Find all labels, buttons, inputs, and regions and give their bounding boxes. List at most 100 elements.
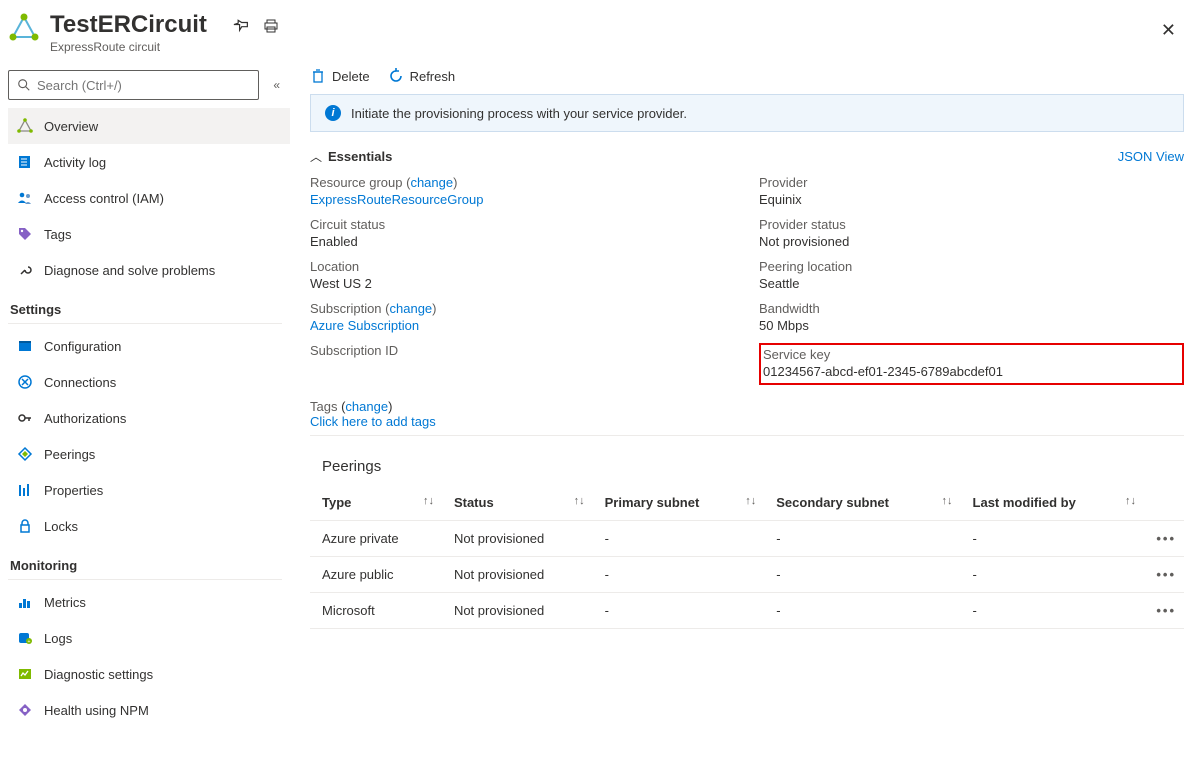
sidebar-item-label: Properties (44, 483, 103, 498)
sidebar-item-label: Overview (44, 119, 98, 134)
field-link[interactable]: ExpressRouteResourceGroup (310, 192, 483, 207)
sidebar-item-health-using-npm[interactable]: Health using NPM (8, 692, 290, 728)
field-value: Azure Subscription (310, 318, 735, 333)
table-row[interactable]: Azure publicNot provisioned---••• (310, 557, 1184, 593)
field-label: Bandwidth (759, 301, 1184, 316)
page-title: TestERCircuit (50, 12, 207, 38)
nav-icon: + (16, 629, 34, 647)
nav-icon (16, 189, 34, 207)
search-input[interactable] (8, 70, 259, 100)
svg-text:+: + (28, 639, 31, 645)
sort-icon: ↑↓ (423, 495, 434, 507)
table-cell: - (593, 593, 765, 629)
refresh-button[interactable]: Refresh (388, 68, 456, 84)
sidebar-item-connections[interactable]: Connections (8, 364, 290, 400)
field-link[interactable]: Azure Subscription (310, 318, 419, 333)
row-more-icon[interactable]: ••• (1144, 557, 1184, 593)
table-cell: - (764, 593, 960, 629)
table-cell: Microsoft (310, 593, 442, 629)
sidebar-item-peerings[interactable]: Peerings (8, 436, 290, 472)
print-icon[interactable] (263, 18, 279, 37)
column-header[interactable]: Primary subnet↑↓ (593, 485, 765, 521)
nav-icon (16, 665, 34, 683)
sidebar-item-logs[interactable]: +Logs (8, 620, 290, 656)
sidebar: « Overview Activity log Access control (IA… (0, 60, 290, 772)
nav-icon (16, 373, 34, 391)
resource-icon (8, 12, 40, 44)
sidebar-item-tags[interactable]: Tags (8, 216, 290, 252)
field-value: Seattle (759, 276, 1184, 291)
page-subtitle: ExpressRoute circuit (50, 40, 207, 54)
sidebar-item-label: Metrics (44, 595, 86, 610)
table-cell: - (961, 593, 1144, 629)
sidebar-item-label: Authorizations (44, 411, 126, 426)
table-cell: Azure public (310, 557, 442, 593)
field-label: Provider (759, 175, 1184, 190)
sidebar-item-diagnostic-settings[interactable]: Diagnostic settings (8, 656, 290, 692)
collapse-sidebar-icon[interactable]: « (269, 74, 284, 96)
sidebar-item-access-control-iam-[interactable]: Access control (IAM) (8, 180, 290, 216)
field-value: ExpressRouteResourceGroup (310, 192, 735, 207)
field-value: 50 Mbps (759, 318, 1184, 333)
sidebar-item-label: Activity log (44, 155, 106, 170)
nav-icon (16, 409, 34, 427)
sidebar-item-properties[interactable]: Properties (8, 472, 290, 508)
table-cell: Not provisioned (442, 557, 593, 593)
sidebar-item-label: Configuration (44, 339, 121, 354)
sidebar-item-label: Access control (IAM) (44, 191, 164, 206)
change-link[interactable]: change (410, 175, 453, 190)
add-tags-link[interactable]: Click here to add tags (310, 414, 436, 429)
info-banner: i Initiate the provisioning process with… (310, 94, 1184, 132)
sidebar-item-authorizations[interactable]: Authorizations (8, 400, 290, 436)
nav-icon (16, 153, 34, 171)
column-header[interactable]: Type↑↓ (310, 485, 442, 521)
chevron-up-icon[interactable]: ︿ (310, 148, 322, 165)
close-icon[interactable]: ✕ (1153, 12, 1184, 49)
field-value: Equinix (759, 192, 1184, 207)
essentials-field: Provider statusNot provisioned (759, 217, 1184, 249)
main-content: Delete Refresh i Initiate the provisioni… (290, 60, 1200, 772)
change-link[interactable]: change (390, 301, 433, 316)
field-value: Enabled (310, 234, 735, 249)
sidebar-item-label: Health using NPM (44, 703, 149, 718)
essentials-field: Circuit status Enabled (310, 217, 735, 249)
essentials-field: Subscription (change)Azure Subscription (310, 301, 735, 333)
field-value: Not provisioned (759, 234, 1184, 249)
table-cell: - (593, 557, 765, 593)
table-cell: - (961, 521, 1144, 557)
row-more-icon[interactable]: ••• (1144, 521, 1184, 557)
column-header[interactable]: Last modified by↑↓ (961, 485, 1144, 521)
pin-icon[interactable] (233, 18, 249, 37)
sidebar-section-header: Settings (8, 288, 290, 319)
field-label: Subscription ID (310, 343, 735, 358)
page-header: TestERCircuit ExpressRoute circuit ✕ (0, 0, 1200, 60)
nav-icon (16, 445, 34, 463)
nav-icon (16, 117, 34, 135)
table-cell: - (593, 521, 765, 557)
table-row[interactable]: MicrosoftNot provisioned---••• (310, 593, 1184, 629)
sidebar-item-activity-log[interactable]: Activity log (8, 144, 290, 180)
field-label: Service key (763, 347, 1176, 362)
sidebar-item-configuration[interactable]: Configuration (8, 328, 290, 364)
json-view-link[interactable]: JSON View (1118, 149, 1184, 164)
sidebar-item-label: Locks (44, 519, 78, 534)
essentials-field: LocationWest US 2 (310, 259, 735, 291)
table-row[interactable]: Azure privateNot provisioned---••• (310, 521, 1184, 557)
nav-icon (16, 517, 34, 535)
table-cell: Not provisioned (442, 521, 593, 557)
sidebar-item-metrics[interactable]: Metrics (8, 584, 290, 620)
table-cell: Azure private (310, 521, 442, 557)
sidebar-item-diagnose-and-solve-problems[interactable]: Diagnose and solve problems (8, 252, 290, 288)
row-more-icon[interactable]: ••• (1144, 593, 1184, 629)
tags-change-link[interactable]: change (345, 399, 388, 414)
column-header[interactable]: Secondary subnet↑↓ (764, 485, 960, 521)
sidebar-item-label: Peerings (44, 447, 95, 462)
sidebar-item-label: Tags (44, 227, 71, 242)
essentials-field: Subscription ID (310, 343, 735, 385)
field-label: Circuit status (310, 217, 735, 232)
sidebar-item-overview[interactable]: Overview (8, 108, 290, 144)
column-header[interactable]: Status↑↓ (442, 485, 593, 521)
sort-icon: ↑↓ (574, 495, 585, 507)
sidebar-item-locks[interactable]: Locks (8, 508, 290, 544)
delete-button[interactable]: Delete (310, 68, 370, 84)
